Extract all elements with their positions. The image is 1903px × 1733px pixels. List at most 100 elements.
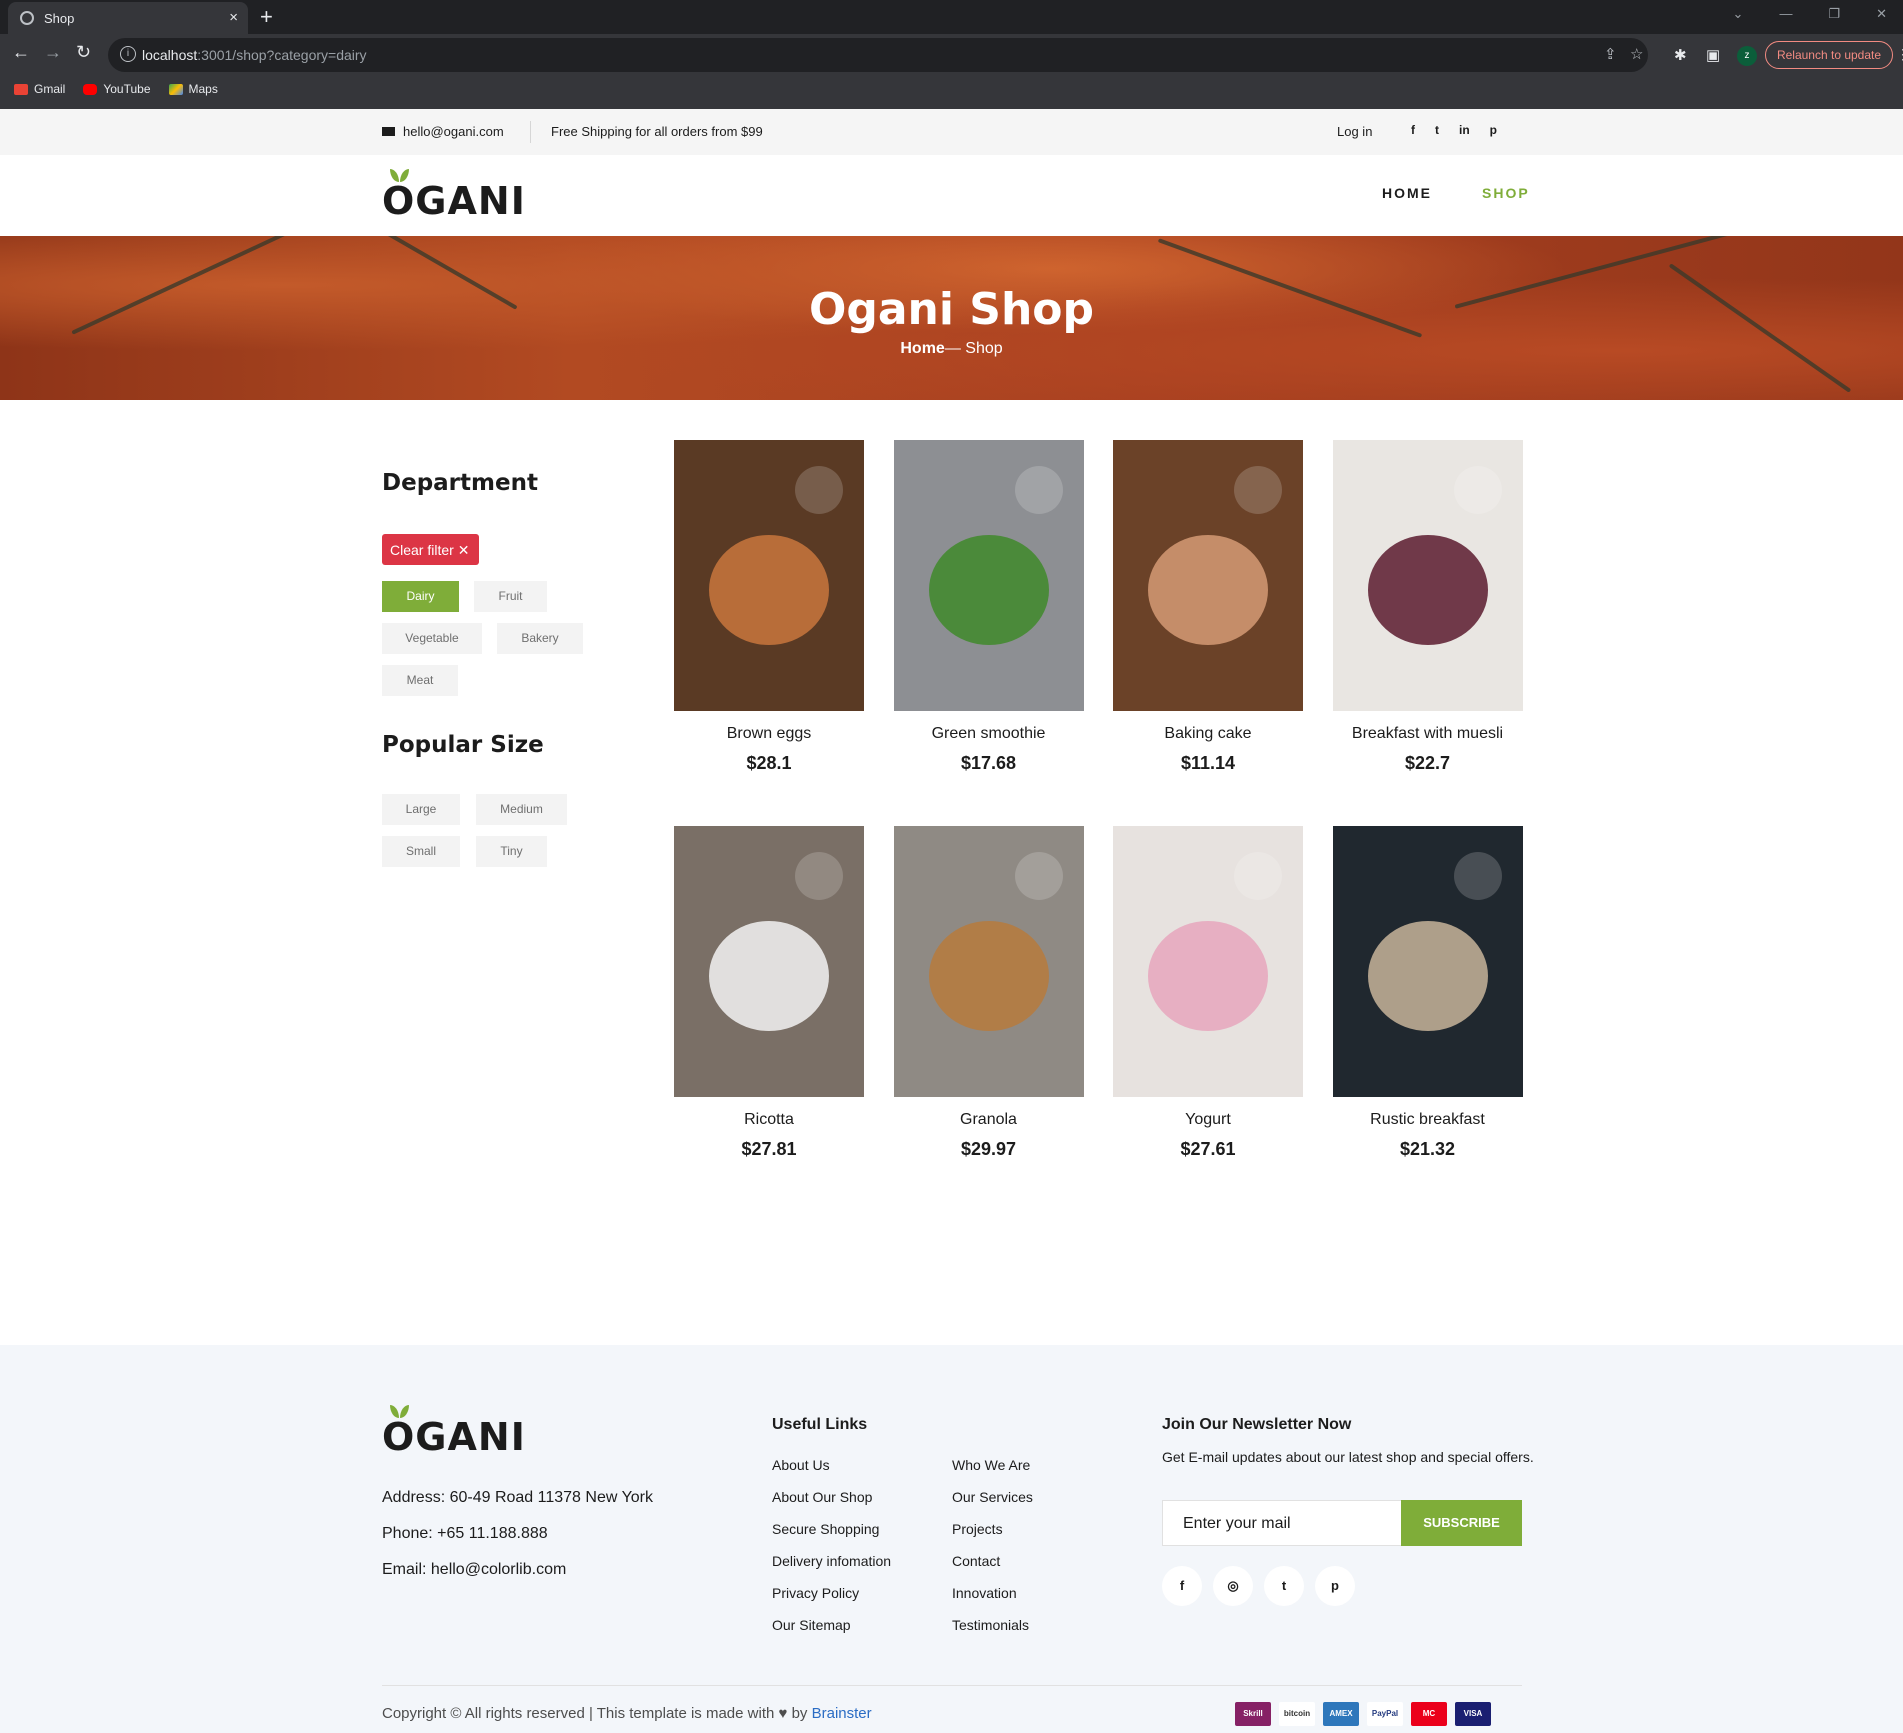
category-dairy[interactable]: Dairy [382,581,459,612]
product-card[interactable]: Rustic breakfast $21.32 [1332,826,1523,1159]
product-image[interactable] [1113,440,1303,711]
bookmark-gmail[interactable]: Gmail [14,78,65,100]
bookmark-maps[interactable]: Maps [168,78,218,100]
product-photo [1332,826,1523,1097]
product-image[interactable] [893,826,1084,1097]
browser-tab[interactable]: Shop × [8,2,248,34]
product-name[interactable]: Baking cake [1113,725,1303,743]
product-image[interactable] [893,440,1084,711]
size-medium[interactable]: Medium [476,794,567,825]
footer-link[interactable]: Our Services [952,1489,1033,1505]
product-card[interactable]: Brown eggs $28.1 [674,440,864,773]
footer-link[interactable]: About Us [772,1457,830,1473]
topbar-social: f t in p [1411,123,1497,137]
clear-filter-button[interactable]: Clear filter ✕ [382,534,479,565]
product-name[interactable]: Yogurt [1113,1111,1303,1129]
footer-link[interactable]: Contact [952,1553,1000,1569]
product-image[interactable] [1332,440,1523,711]
footer-link[interactable]: About Our Shop [772,1489,872,1505]
footer-link[interactable]: Testimonials [952,1617,1029,1633]
product-card[interactable]: Yogurt $27.61 [1113,826,1303,1159]
bitcoin-icon: bitcoin [1279,1702,1315,1726]
site-logo[interactable]: OGANI [382,169,526,223]
menu-icon[interactable]: ⋮ [1896,46,1903,63]
pinterest-icon[interactable]: p [1315,1566,1355,1606]
footer-link[interactable]: Secure Shopping [772,1521,879,1537]
linkedin-icon[interactable]: in [1459,123,1470,137]
photo-highlight [795,466,843,514]
newsletter-email-input[interactable]: Enter your mail [1162,1500,1402,1546]
product-card[interactable]: Baking cake $11.14 [1113,440,1303,773]
globe-icon [20,11,34,25]
envelope-icon [382,127,395,136]
bookmark-youtube[interactable]: YouTube [83,78,151,100]
product-image[interactable] [674,440,864,711]
product-card[interactable]: Granola $29.97 [893,826,1084,1159]
facebook-icon[interactable]: f [1162,1566,1202,1606]
side-panel-icon[interactable]: ▣ [1706,46,1720,64]
footer-divider [382,1685,1522,1686]
twitter-icon[interactable]: t [1264,1566,1304,1606]
extensions-icon[interactable]: ✱ [1674,46,1687,64]
profile-avatar[interactable]: z [1737,46,1757,66]
footer-link[interactable]: Our Sitemap [772,1617,851,1633]
twitter-icon[interactable]: t [1435,123,1439,137]
product-name[interactable]: Ricotta [674,1111,864,1129]
bookmarks-bar: Gmail YouTube Maps [0,78,218,100]
footer-link[interactable]: Projects [952,1521,1003,1537]
footer-link[interactable]: Delivery infomation [772,1553,891,1569]
footer-link[interactable]: Who We Are [952,1457,1030,1473]
footer-link[interactable]: Innovation [952,1585,1017,1601]
size-small[interactable]: Small [382,836,460,867]
restore-icon[interactable]: ❐ [1828,6,1840,22]
product-name[interactable]: Breakfast with muesli [1333,725,1523,743]
photo-highlight [795,852,843,900]
brand-link[interactable]: Brainster [812,1705,872,1722]
share-icon[interactable]: ⇪ [1604,45,1617,63]
category-vegetable[interactable]: Vegetable [382,623,482,654]
facebook-icon[interactable]: f [1411,123,1415,137]
login-link[interactable]: Log in [1337,124,1372,139]
close-tab-icon[interactable]: × [229,9,238,26]
product-card[interactable]: Breakfast with muesli $22.7 [1332,440,1523,773]
footer-logo[interactable]: OGANI [382,1405,526,1459]
back-icon[interactable]: ← [12,42,30,63]
breadcrumb: Home— Shop [0,340,1903,358]
subscribe-button[interactable]: SUBSCRIBE [1401,1500,1522,1546]
url-text[interactable]: localhost:3001/shop?category=dairy [142,47,367,63]
size-tiny[interactable]: Tiny [476,836,547,867]
forward-icon[interactable]: → [44,42,62,63]
category-bakery[interactable]: Bakery [497,623,583,654]
nav-shop[interactable]: SHOP [1482,185,1530,201]
pinterest-icon[interactable]: p [1490,123,1497,137]
new-tab-icon[interactable]: + [260,4,273,30]
popular-size-title: Popular Size [382,732,544,758]
product-name[interactable]: Rustic breakfast [1333,1111,1523,1129]
tab-search-icon[interactable]: ⌄ [1733,6,1744,22]
size-large[interactable]: Large [382,794,460,825]
product-image[interactable] [1332,826,1523,1097]
category-fruit[interactable]: Fruit [474,581,547,612]
product-name[interactable]: Granola [894,1111,1084,1129]
product-image[interactable] [1113,826,1303,1097]
url-host: localhost [142,47,198,63]
category-meat[interactable]: Meat [382,665,458,696]
close-window-icon[interactable]: ✕ [1876,6,1887,22]
nav-home[interactable]: HOME [1382,185,1432,201]
product-image[interactable] [674,826,864,1097]
product-photo [1113,440,1303,711]
footer-link[interactable]: Privacy Policy [772,1585,859,1601]
product-card[interactable]: Green smoothie $17.68 [893,440,1084,773]
breadcrumb-home[interactable]: Home [900,340,944,357]
address-bar[interactable]: i localhost:3001/shop?category=dairy ⇪ ☆ [108,38,1648,72]
topbar-email: hello@ogani.com [382,124,504,139]
relaunch-button[interactable]: Relaunch to update [1765,41,1893,69]
product-card[interactable]: Ricotta $27.81 [674,826,864,1159]
bookmark-star-icon[interactable]: ☆ [1630,45,1643,63]
site-info-icon[interactable]: i [120,46,136,62]
minimize-icon[interactable]: — [1779,6,1792,22]
product-name[interactable]: Green smoothie [894,725,1084,743]
reload-icon[interactable]: ↻ [76,42,91,63]
instagram-icon[interactable]: ◎ [1213,1566,1253,1606]
product-name[interactable]: Brown eggs [674,725,864,743]
